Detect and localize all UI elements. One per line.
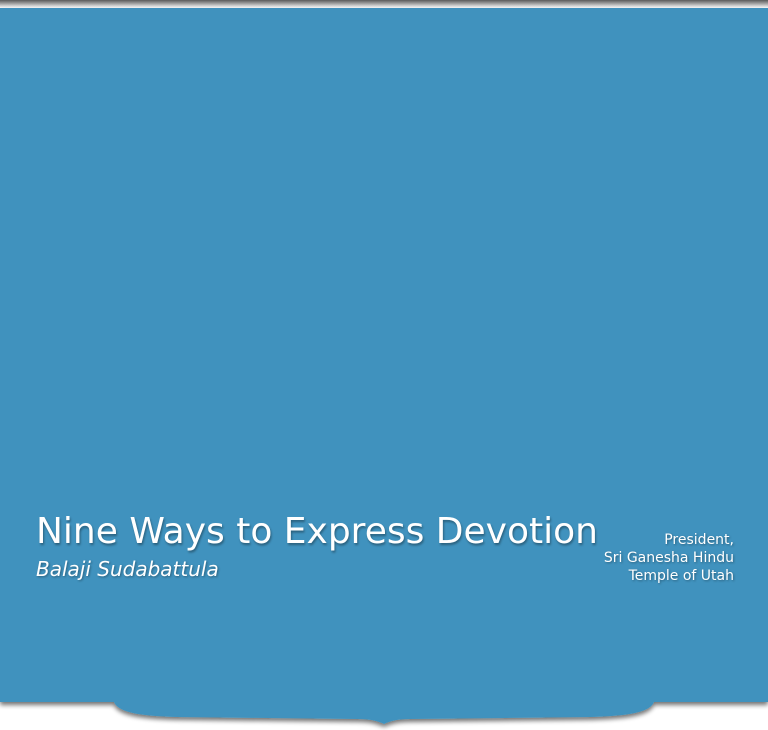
- article-banner: [0, 0, 768, 730]
- affiliation-line-1: President,: [664, 532, 734, 548]
- banner-background: [0, 8, 768, 724]
- author-name: Balaji Sudabattula: [36, 557, 219, 581]
- author-affiliation: President, Sri Ganesha Hindu Temple of U…: [604, 531, 734, 585]
- affiliation-line-3: Temple of Utah: [628, 568, 734, 584]
- article-title: Nine Ways to Express Devotion: [36, 511, 598, 552]
- page: Nine Ways to Express Devotion Balaji Sud…: [0, 0, 768, 730]
- affiliation-line-2: Sri Ganesha Hindu: [603, 550, 734, 566]
- banner-shape: [0, 8, 768, 724]
